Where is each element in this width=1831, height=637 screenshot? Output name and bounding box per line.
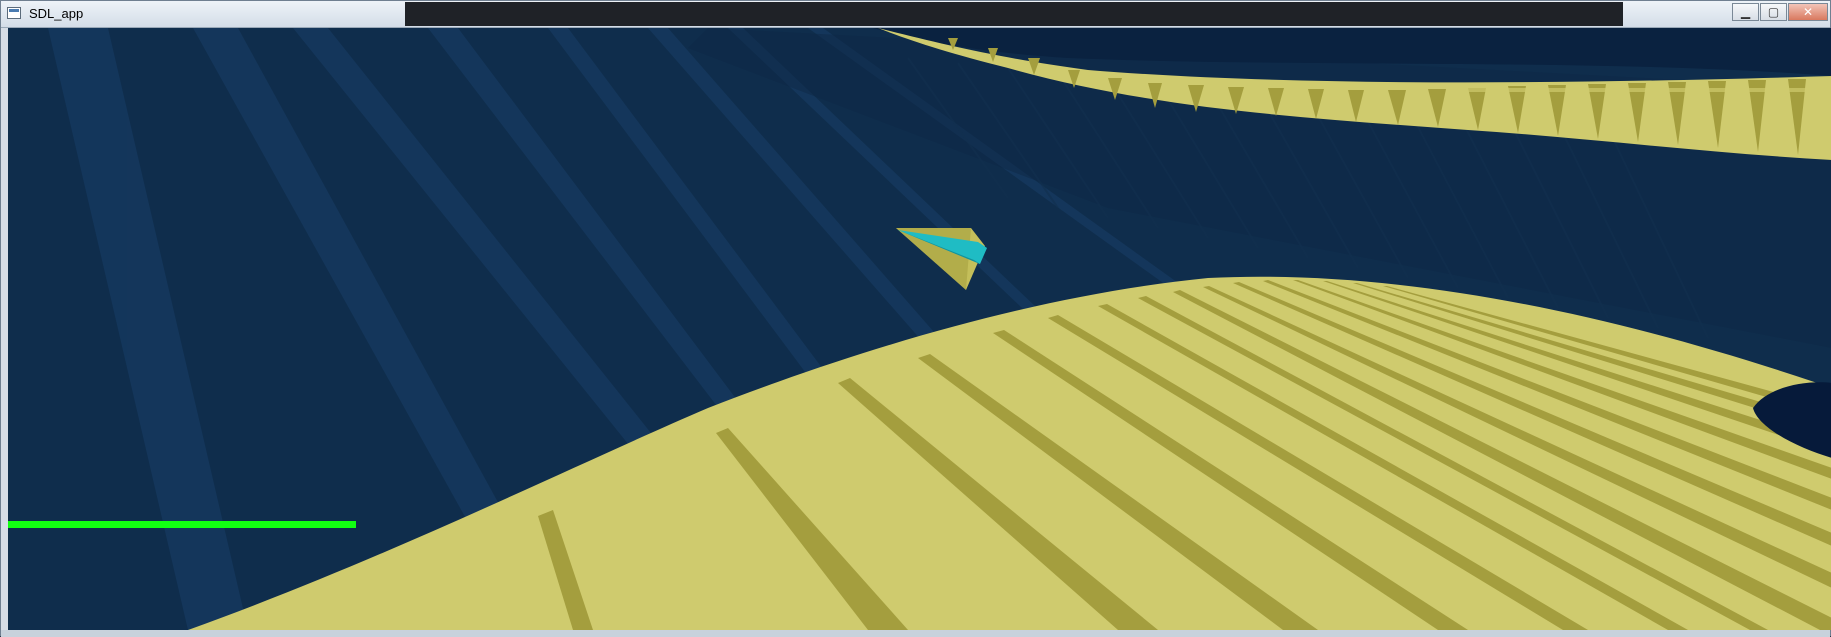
close-button[interactable]: ✕: [1788, 3, 1828, 21]
minimize-button[interactable]: ▁: [1732, 3, 1759, 21]
window-app-icon: [7, 7, 21, 19]
health-bar: [8, 521, 356, 528]
maximize-button[interactable]: ▢: [1760, 3, 1787, 21]
window-title: SDL_app: [29, 6, 84, 21]
game-viewport[interactable]: [8, 28, 1831, 630]
title-bar[interactable]: SDL_app ▁ ▢ ✕: [1, 1, 1830, 28]
app-window: SDL_app ▁ ▢ ✕: [0, 0, 1831, 637]
game-scene: [8, 28, 1831, 630]
window-controls: ▁ ▢ ✕: [1731, 3, 1828, 21]
background-window-strip: [405, 2, 1623, 26]
